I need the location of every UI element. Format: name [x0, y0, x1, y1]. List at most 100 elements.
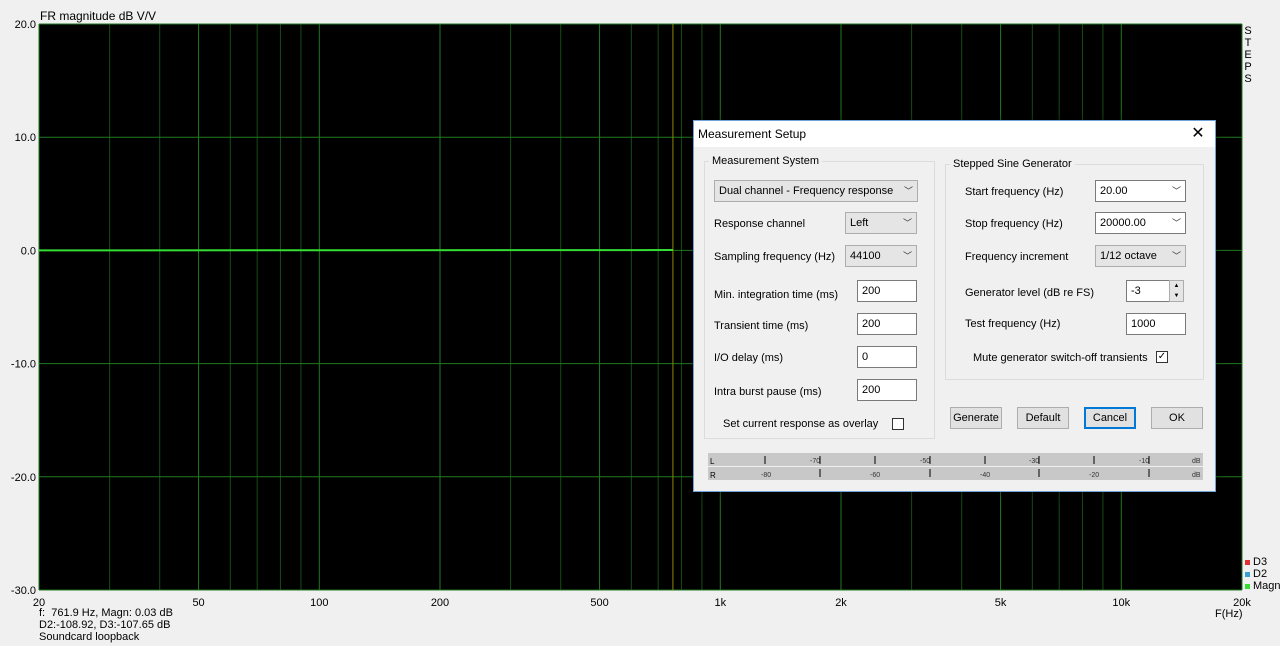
- overlay-label: Set current response as overlay: [723, 418, 879, 430]
- io-delay-input[interactable]: 0: [857, 346, 917, 368]
- frequency-increment-select[interactable]: 1/12 octave ﹀: [1095, 245, 1186, 267]
- intra-burst-label: Intra burst pause (ms): [714, 386, 822, 398]
- min-integration-input[interactable]: 200: [857, 280, 917, 302]
- y-tick-label: -10.0: [11, 359, 36, 371]
- response-channel-select[interactable]: Left ﹀: [845, 212, 917, 234]
- spin-down-icon[interactable]: ▼: [1170, 291, 1183, 301]
- x-tick-label: 1k: [714, 597, 726, 609]
- legend-swatch-d2: [1245, 571, 1250, 577]
- start-frequency-select[interactable]: 20.00 ﹀: [1095, 180, 1186, 202]
- response-channel-label: Response channel: [714, 218, 806, 230]
- cancel-button[interactable]: Cancel: [1084, 407, 1136, 429]
- level-meter-bottom-tick-label: -40: [980, 472, 990, 479]
- stop-frequency-label: Stop frequency (Hz): [965, 218, 1063, 230]
- y-tick-label: 20.0: [15, 19, 36, 31]
- legend-label-d2: D2: [1253, 568, 1268, 580]
- cursor-readout-line2: D2:-108.92, D3:-107.65 dB: [39, 619, 171, 631]
- y-tick-label: 10.0: [15, 132, 36, 144]
- ok-button[interactable]: OK: [1151, 407, 1203, 429]
- chevron-down-icon: ﹀: [1171, 251, 1181, 261]
- legend-item-magn: Magn: [1245, 580, 1280, 592]
- generate-button[interactable]: Generate: [950, 407, 1002, 429]
- stop-frequency-select[interactable]: 20000.00 ﹀: [1095, 212, 1186, 234]
- level-meter-bottom-tick-label: -20: [1089, 472, 1099, 479]
- generator-level-input[interactable]: -3: [1126, 280, 1170, 302]
- generator-level-label: Generator level (dB re FS): [965, 287, 1094, 299]
- level-meter-top-tick-label: dB: [1192, 458, 1201, 465]
- legend-item-d2: D2: [1245, 568, 1280, 580]
- chevron-down-icon: ﹀: [902, 251, 912, 261]
- cursor-readout-line1: f: 761.9 Hz, Magn: 0.03 dB: [39, 607, 173, 619]
- x-tick-label: 5k: [995, 597, 1007, 609]
- cursor-readout: f: 761.9 Hz, Magn: 0.03 dB D2:-108.92, D3…: [39, 607, 173, 643]
- sampling-frequency-select[interactable]: 44100 ﹀: [845, 245, 917, 267]
- plot-title: FR magnitude dB V/V: [40, 9, 157, 23]
- measurement-system-group-label: Measurement System: [709, 155, 822, 167]
- level-meter-top-tick-label: -50: [920, 458, 930, 465]
- generator-level-spinner[interactable]: ▲ ▼: [1169, 280, 1184, 302]
- overlay-checkbox[interactable]: [892, 418, 904, 430]
- intra-burst-input[interactable]: 200: [857, 379, 917, 401]
- legend-swatch-d3: [1245, 559, 1250, 565]
- test-frequency-input[interactable]: 1000: [1126, 313, 1186, 335]
- default-button[interactable]: Default: [1017, 407, 1069, 429]
- chevron-down-icon: ﹀: [902, 218, 912, 228]
- x-tick-label: 50: [192, 597, 204, 609]
- measurement-mode-value: Dual channel - Frequency response: [719, 185, 894, 197]
- level-meter-bottom-tick-label: dB: [1192, 472, 1201, 479]
- transient-time-input[interactable]: 200: [857, 313, 917, 335]
- y-tick-label: -20.0: [11, 472, 36, 484]
- steps-label-char: E: [1244, 49, 1252, 61]
- x-tick-label: 100: [310, 597, 328, 609]
- legend-item-d3: D3: [1245, 556, 1280, 568]
- chevron-down-icon: ﹀: [903, 186, 913, 196]
- level-meter-left-bar: [708, 453, 1203, 466]
- level-meter-right-label: R: [710, 471, 716, 480]
- level-meter-bottom-tick-label: -60: [870, 472, 880, 479]
- spin-up-icon[interactable]: ▲: [1170, 281, 1183, 291]
- y-tick-label: -30.0: [11, 585, 36, 597]
- transient-time-label: Transient time (ms): [714, 320, 809, 332]
- level-meter-right-bar: [708, 467, 1203, 480]
- mute-transients-checkbox[interactable]: ✓: [1156, 351, 1168, 363]
- legend-swatch-magn: [1245, 583, 1250, 589]
- dialog-titlebar[interactable]: Measurement Setup ✕: [694, 121, 1215, 147]
- x-tick-label: 10k: [1112, 597, 1130, 609]
- chevron-down-icon: ﹀: [1171, 218, 1181, 228]
- legend-label-magn: Magn: [1253, 580, 1280, 592]
- level-meter-bottom-tick-label: -80: [761, 472, 771, 479]
- close-icon[interactable]: ✕: [1187, 123, 1209, 145]
- y-tick-label: 0.0: [21, 245, 36, 257]
- measurement-setup-dialog: Measurement Setup ✕ Measurement System D…: [693, 120, 1216, 492]
- sampling-frequency-label: Sampling frequency (Hz): [714, 251, 836, 263]
- checkmark-icon: ✓: [1157, 351, 1167, 362]
- stop-frequency-value: 20000.00: [1100, 217, 1146, 229]
- x-tick-label: 200: [431, 597, 449, 609]
- response-channel-value: Left: [850, 217, 869, 229]
- min-integration-label: Min. integration time (ms): [714, 289, 839, 301]
- level-meter-top-tick-label: -10: [1139, 458, 1149, 465]
- dialog-title: Measurement Setup: [698, 127, 807, 141]
- x-axis-unit: F(Hz): [1215, 608, 1243, 620]
- steps-label-char: S: [1244, 25, 1252, 37]
- frequency-increment-value: 1/12 octave: [1100, 250, 1157, 262]
- steps-label-char: S: [1244, 73, 1252, 85]
- plot-legend: D3 D2 Magn: [1245, 556, 1280, 592]
- io-delay-label: I/O delay (ms): [714, 352, 784, 364]
- steps-label-char: T: [1244, 37, 1252, 49]
- steps-label-char: P: [1244, 61, 1252, 73]
- measurement-mode-select[interactable]: Dual channel - Frequency response ﹀: [714, 180, 918, 202]
- cursor-readout-line3: Soundcard loopback: [39, 631, 140, 643]
- level-meter-left-label: L: [710, 457, 715, 466]
- x-tick-label: 500: [590, 597, 608, 609]
- test-frequency-label: Test frequency (Hz): [965, 318, 1061, 330]
- sampling-frequency-value: 44100: [850, 250, 881, 262]
- level-meter-top-tick-label: -30: [1029, 458, 1039, 465]
- level-meter: L R -70 -50 -30 -10 dB -80 -60 -40 -20 dB: [708, 453, 1203, 480]
- legend-label-d3: D3: [1253, 556, 1268, 568]
- chevron-down-icon: ﹀: [1171, 186, 1181, 196]
- mute-transients-label: Mute generator switch-off transients: [973, 352, 1148, 364]
- level-meter-top-tick-label: -70: [810, 458, 820, 465]
- stepped-sine-generator-group-label: Stepped Sine Generator: [950, 158, 1075, 170]
- start-frequency-value: 20.00: [1100, 185, 1128, 197]
